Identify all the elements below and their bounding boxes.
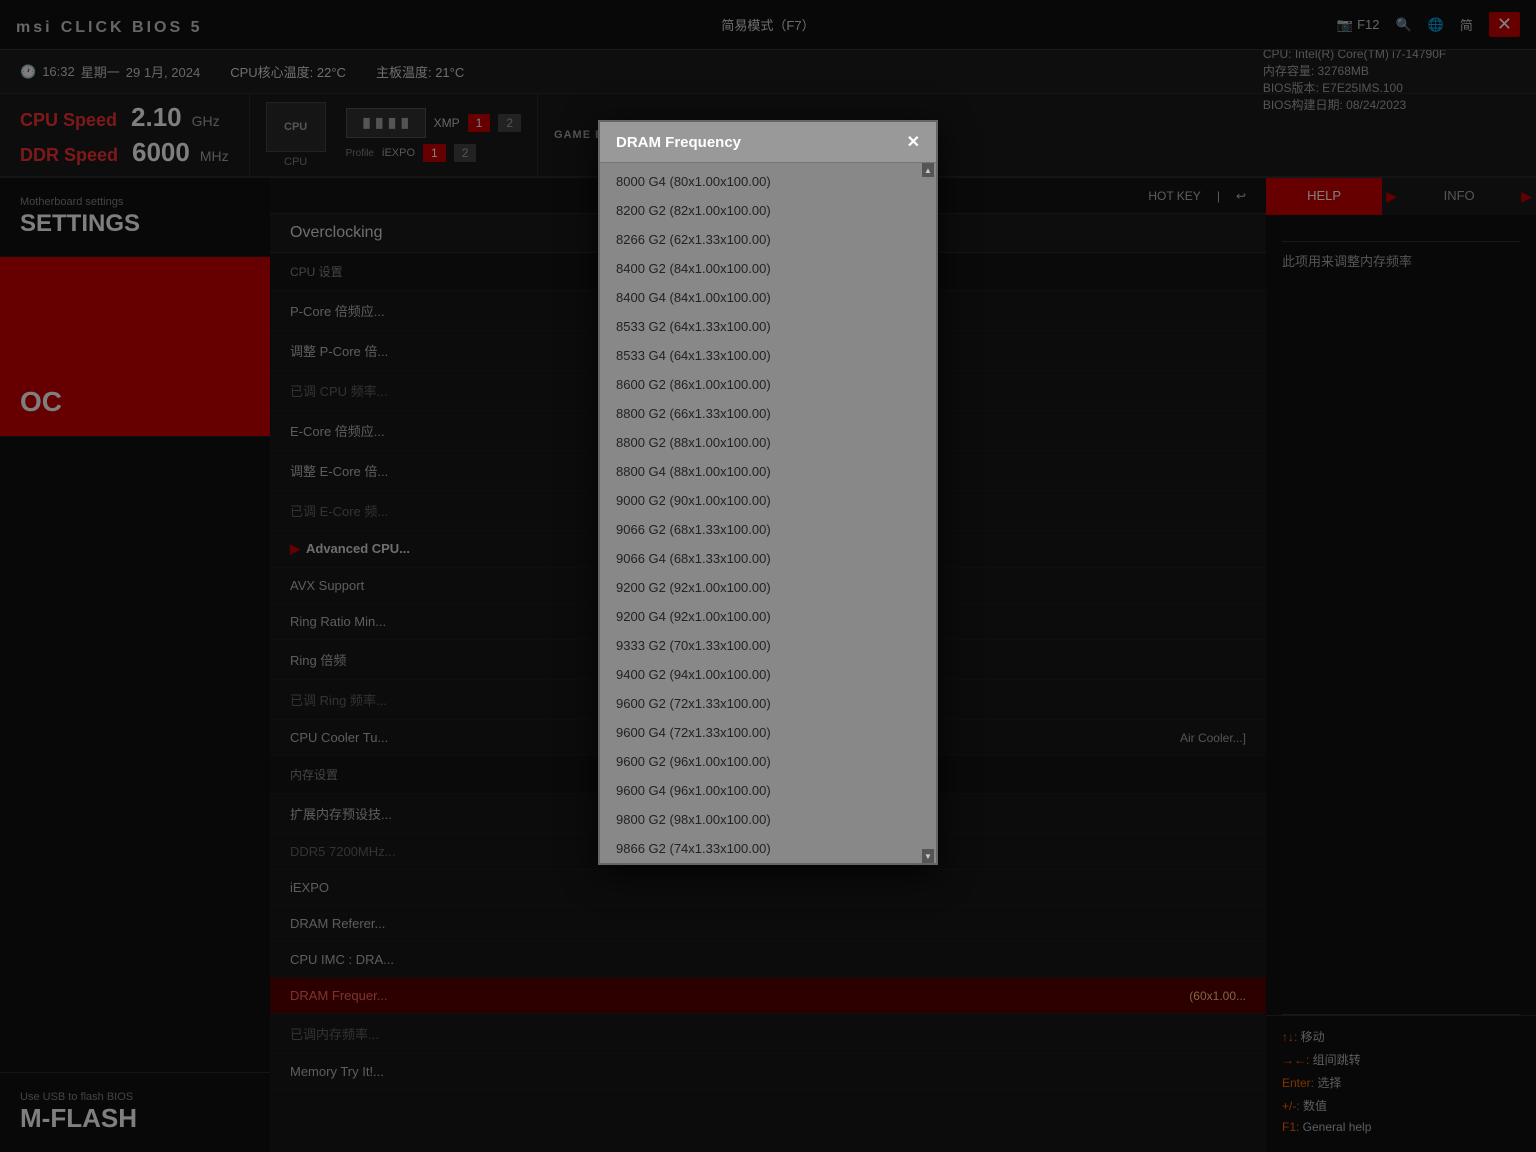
modal-list-item[interactable]: 8800 G2 (88x1.00x100.00) (600, 428, 936, 457)
modal-title: DRAM Frequency (616, 134, 741, 151)
modal-list-item[interactable]: 9600 G4 (96x1.00x100.00) (600, 776, 936, 805)
modal-list-item[interactable]: 8400 G2 (84x1.00x100.00) (600, 254, 936, 283)
modal-list-item[interactable]: 8000 G4 (80x1.00x100.00) (600, 167, 936, 196)
scroll-down-icon[interactable]: ▼ (922, 849, 934, 863)
modal-list-item[interactable]: 9200 G2 (92x1.00x100.00) (600, 573, 936, 602)
modal-list-item[interactable]: 8533 G4 (64x1.33x100.00) (600, 341, 936, 370)
dram-frequency-modal: DRAM Frequency ✕ ▲ 8000 G4 (80x1.00x100.… (598, 120, 938, 865)
modal-list-item[interactable]: 8800 G2 (66x1.33x100.00) (600, 399, 936, 428)
modal-list-item[interactable]: 9200 G4 (92x1.00x100.00) (600, 602, 936, 631)
modal-list-item[interactable]: 9600 G4 (72x1.33x100.00) (600, 718, 936, 747)
modal-list[interactable]: ▲ 8000 G4 (80x1.00x100.00)8200 G2 (82x1.… (600, 163, 936, 863)
modal-list-item[interactable]: 8200 G2 (82x1.00x100.00) (600, 196, 936, 225)
modal-list-item[interactable]: 9400 G2 (94x1.00x100.00) (600, 660, 936, 689)
modal-list-item[interactable]: 8533 G2 (64x1.33x100.00) (600, 312, 936, 341)
modal-list-item[interactable]: 9600 G2 (96x1.00x100.00) (600, 747, 936, 776)
modal-list-item[interactable]: 9800 G2 (98x1.00x100.00) (600, 805, 936, 834)
modal-list-item[interactable]: 8266 G2 (62x1.33x100.00) (600, 225, 936, 254)
modal-list-item[interactable]: 9333 G2 (70x1.33x100.00) (600, 631, 936, 660)
modal-overlay: DRAM Frequency ✕ ▲ 8000 G4 (80x1.00x100.… (0, 0, 1536, 1152)
modal-list-item[interactable]: 9600 G2 (72x1.33x100.00) (600, 689, 936, 718)
modal-close-button[interactable]: ✕ (907, 132, 920, 152)
scroll-up-icon[interactable]: ▲ (922, 163, 934, 177)
modal-list-item[interactable]: 9066 G2 (68x1.33x100.00) (600, 515, 936, 544)
modal-header: DRAM Frequency ✕ (600, 122, 936, 163)
modal-list-item[interactable]: 8600 G2 (86x1.00x100.00) (600, 370, 936, 399)
modal-list-item[interactable]: 9066 G4 (68x1.33x100.00) (600, 544, 936, 573)
modal-list-item[interactable]: 9000 G2 (90x1.00x100.00) (600, 486, 936, 515)
modal-list-item[interactable]: 9866 G2 (74x1.33x100.00) (600, 834, 936, 863)
modal-list-item[interactable]: 8800 G4 (88x1.00x100.00) (600, 457, 936, 486)
modal-list-item[interactable]: 8400 G4 (84x1.00x100.00) (600, 283, 936, 312)
